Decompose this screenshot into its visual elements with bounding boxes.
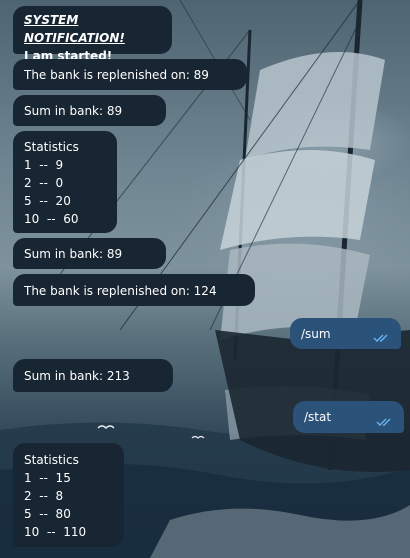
double-check-icon (373, 334, 388, 342)
message-text: Sum in bank: 89 (24, 247, 123, 261)
outgoing-message[interactable]: /sum (290, 318, 401, 349)
statistics-row: 5 -- 80 (24, 507, 71, 521)
message-text: The bank is replenished on: 89 (24, 68, 209, 82)
message-text: /stat (304, 410, 332, 424)
message-text: The bank is replenished on: 124 (24, 284, 217, 298)
double-check-icon (376, 418, 391, 426)
statistics-row: 2 -- 8 (24, 489, 64, 503)
statistics-row: 10 -- 60 (24, 212, 79, 226)
statistics-message[interactable]: Statistics 1 -- 9 2 -- 0 5 -- 20 10 -- 6… (13, 131, 117, 233)
statistics-row: 2 -- 0 (24, 176, 64, 190)
incoming-message[interactable]: The bank is replenished on: 89 (13, 59, 247, 90)
message-text: Sum in bank: 213 (24, 369, 130, 383)
system-notification-message[interactable]: SYSTEM NOTIFICATION! I am started! (13, 6, 172, 63)
outgoing-message[interactable]: /stat (293, 401, 404, 433)
message-list[interactable]: SYSTEM NOTIFICATION! I am started! The b… (0, 0, 410, 558)
notification-title: SYSTEM NOTIFICATION! (24, 13, 125, 45)
statistics-title: Statistics (24, 453, 79, 467)
statistics-row: 1 -- 15 (24, 471, 71, 485)
statistics-message[interactable]: Statistics 1 -- 15 2 -- 8 5 -- 80 10 -- … (13, 443, 124, 547)
message-text: Sum in bank: 89 (24, 104, 123, 118)
incoming-message[interactable]: Sum in bank: 213 (13, 359, 173, 392)
message-text: /sum (301, 327, 331, 341)
statistics-row: 5 -- 20 (24, 194, 71, 208)
incoming-message[interactable]: The bank is replenished on: 124 (13, 274, 255, 306)
statistics-title: Statistics (24, 140, 79, 154)
statistics-row: 10 -- 110 (24, 525, 87, 539)
incoming-message[interactable]: Sum in bank: 89 (13, 95, 166, 126)
incoming-message[interactable]: Sum in bank: 89 (13, 238, 166, 269)
statistics-row: 1 -- 9 (24, 158, 64, 172)
